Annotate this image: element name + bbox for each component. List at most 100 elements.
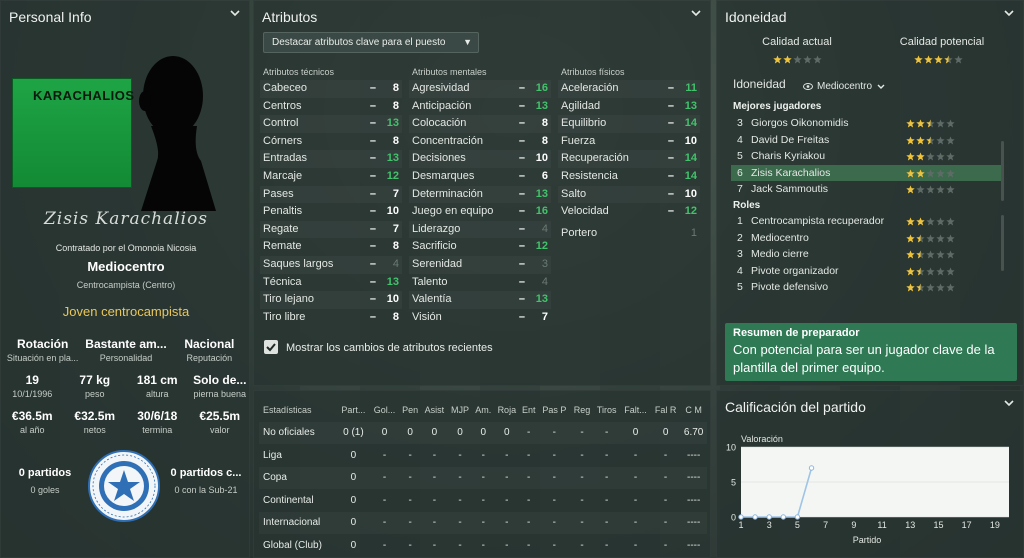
column-header[interactable]: Falt...	[620, 399, 651, 422]
list-item[interactable]: 3 Giorgos Oikonomidis	[731, 115, 1001, 132]
rating-point[interactable]	[794, 514, 801, 520]
attribute-value: 13	[386, 152, 399, 165]
attribute-row[interactable]: Fuerza –10	[558, 133, 700, 151]
scrollbar[interactable]	[1001, 141, 1004, 201]
list-item[interactable]: 6 Zisis Karachalios	[731, 164, 1001, 182]
attribute-row[interactable]: Equilibrio –14	[558, 115, 700, 133]
list-item[interactable]: 4 David De Freitas	[731, 132, 1001, 149]
table-row[interactable]: Liga 0- - - - - - - - - - - - ----	[259, 444, 707, 467]
rating-point[interactable]	[766, 514, 772, 520]
list-item[interactable]: 7 Jack Sammoutis	[731, 181, 1001, 198]
attribute-row[interactable]: Resistencia –14	[558, 168, 700, 186]
rating-point[interactable]	[780, 514, 787, 520]
column-header[interactable]: Roja	[494, 399, 519, 422]
stat-cell: -	[458, 449, 462, 461]
attribute-row[interactable]: Liderazgo – 4	[409, 221, 551, 239]
attribute-row[interactable]: Salto –10	[558, 186, 700, 204]
rating-point[interactable]	[752, 514, 758, 520]
attribute-row[interactable]: Concentración – 8	[409, 133, 551, 151]
column-header[interactable]: Ent	[519, 399, 537, 422]
attribute-row[interactable]: Agilidad –13	[558, 98, 700, 116]
personal-info-panel: Personal Info KARACHALIOS Zisis Karachal…	[0, 0, 250, 558]
table-row[interactable]: Copa 0- - - - - - - - - - - - ----	[259, 467, 707, 490]
stat-cell: ----	[686, 449, 701, 461]
column-header[interactable]: Estadísticas	[259, 399, 337, 422]
attribute-row[interactable]: Recuperación –14	[558, 150, 700, 168]
table-row[interactable]: No oficiales 0 (1) 0 0 0 0 0 0- - - -0 0 6.70	[259, 422, 707, 445]
attribute-row[interactable]: Valentía –13	[409, 291, 551, 309]
list-item[interactable]: 5 Charis Kyriakou	[731, 148, 1001, 165]
attribute-row[interactable]: Sacrificio –12	[409, 238, 551, 256]
attribute-name: Juego en equipo	[412, 205, 494, 218]
attribute-row[interactable]: Penaltis –10	[260, 203, 402, 221]
list-item[interactable]: 2 Mediocentro	[731, 230, 1001, 247]
attribute-row-goalkeeper[interactable]: Portero 1	[558, 225, 700, 243]
column-header[interactable]: C M	[680, 399, 707, 422]
column-header[interactable]: Tiros	[593, 399, 620, 422]
highlight-attributes-dropdown[interactable]: Destacar atributos clave para el puesto …	[263, 32, 479, 53]
star-icon	[936, 267, 945, 276]
table-row[interactable]: Internacional 0- - - - - - - - - - - - ----	[259, 512, 707, 535]
column-header[interactable]: Fal R	[651, 399, 680, 422]
attribute-row[interactable]: Aceleración –11	[558, 80, 700, 98]
stat-cell: -	[571, 422, 594, 445]
show-changes-checkbox[interactable]	[264, 340, 278, 354]
attribute-row[interactable]: Velocidad –12	[558, 203, 700, 221]
column-header[interactable]: Part...	[337, 399, 370, 422]
attribute-row[interactable]: Remate – 8	[260, 238, 402, 256]
attribute-row[interactable]: Serenidad – 3	[409, 256, 551, 274]
stat-cell: -	[494, 467, 519, 490]
chevron-down-icon[interactable]	[1003, 397, 1015, 409]
stat-cell: -	[481, 494, 485, 506]
list-item[interactable]: 4 Pivote organizador	[731, 263, 1001, 280]
attribute-row[interactable]: Técnica –13	[260, 274, 402, 292]
x-tick-label: 13	[905, 520, 915, 530]
stat-cell: -	[370, 512, 399, 535]
table-row[interactable]: Continental 0- - - - - - - - - - - - ----	[259, 489, 707, 512]
attribute-row[interactable]: Talento – 4	[409, 274, 551, 292]
chevron-down-icon[interactable]	[690, 7, 702, 19]
attribute-row[interactable]: Tiro libre – 8	[260, 309, 402, 327]
table-row[interactable]: Global (Club) 0- - - - - - - - - - - - ----	[259, 534, 707, 557]
column-header[interactable]: Reg	[571, 399, 594, 422]
column-header[interactable]: Asist	[421, 399, 448, 422]
attribute-list: Cabeceo –8 Centros –8 Control –13 Córners –8 Ent…	[260, 80, 402, 326]
attribute-row[interactable]: Regate – 7	[260, 221, 402, 239]
attribute-row[interactable]: Marcaje –12	[260, 168, 402, 186]
attribute-row[interactable]: Tiro lejano –10	[260, 291, 402, 309]
attribute-row[interactable]: Entradas –13	[260, 150, 402, 168]
chevron-down-icon[interactable]	[1003, 7, 1015, 19]
column-header[interactable]: MJP	[448, 399, 473, 422]
coach-summary-title: Resumen de preparador	[733, 327, 860, 339]
attribute-row[interactable]: Desmarques – 6	[409, 168, 551, 186]
attribute-row[interactable]: Juego en equipo –16	[409, 203, 551, 221]
attribute-row[interactable]: Córners – 8	[260, 133, 402, 151]
star-icon	[916, 234, 925, 243]
star-icon	[934, 55, 943, 64]
list-item[interactable]: 3 Medio cierre	[731, 246, 1001, 263]
attribute-row[interactable]: Pases – 7	[260, 186, 402, 204]
attribute-row[interactable]: Colocación – 8	[409, 115, 551, 133]
column-header[interactable]: Pen	[399, 399, 421, 422]
list-item[interactable]: 5 Pivote defensivo	[731, 279, 1001, 296]
rating-point[interactable]	[738, 514, 744, 520]
attribute-trend-icon: –	[518, 187, 525, 200]
chevron-down-icon[interactable]	[229, 7, 241, 19]
attribute-row[interactable]: Anticipación –13	[409, 98, 551, 116]
attribute-row[interactable]: Cabeceo – 8	[260, 80, 402, 98]
attribute-row[interactable]: Determinación –13	[409, 186, 551, 204]
stat-cell: -	[593, 512, 620, 535]
column-header[interactable]: Am.	[472, 399, 494, 422]
attribute-row[interactable]: Saques largos – 4	[260, 256, 402, 274]
role-select[interactable]: Mediocentro	[803, 81, 886, 92]
attribute-row[interactable]: Centros – 8	[260, 98, 402, 116]
attribute-row[interactable]: Control –13	[260, 115, 402, 133]
list-item[interactable]: 1 Centrocampista recuperador	[731, 213, 1001, 230]
rating-point[interactable]	[808, 465, 815, 471]
column-header[interactable]: Gol...	[370, 399, 399, 422]
scrollbar[interactable]	[1001, 215, 1004, 271]
attribute-row[interactable]: Decisiones –10	[409, 150, 551, 168]
attribute-row[interactable]: Visión – 7	[409, 309, 551, 327]
attribute-row[interactable]: Agresividad –16	[409, 80, 551, 98]
column-header[interactable]: Pas P	[538, 399, 571, 422]
